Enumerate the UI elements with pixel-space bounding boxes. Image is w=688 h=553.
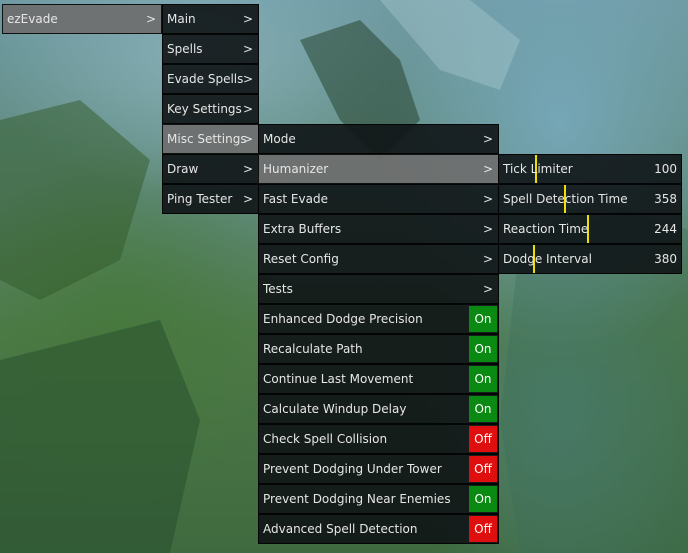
menu-item-label: Ping Tester xyxy=(167,192,233,206)
menu-item-ping-tester[interactable]: Ping Tester > xyxy=(162,184,259,214)
submenu-item-label: Mode xyxy=(263,132,296,146)
toggle-row-check-spell-collision: Check Spell Collision Off xyxy=(258,424,499,454)
toggle-row-label: Enhanced Dodge Precision xyxy=(263,312,423,326)
menu-root-label: ezEvade xyxy=(7,12,58,26)
toggle-row-label: Check Spell Collision xyxy=(263,432,388,446)
toggle-row-recalculate-path: Recalculate Path On xyxy=(258,334,499,364)
chevron-right-icon: > xyxy=(482,162,493,176)
menu-item-key-settings[interactable]: Key Settings > xyxy=(162,94,259,124)
submenu-item-fast-evade[interactable]: Fast Evade > xyxy=(258,184,499,214)
toggle-row-enhanced-dodge-precision: Enhanced Dodge Precision On xyxy=(258,304,499,334)
menu-item-spells[interactable]: Spells > xyxy=(162,34,259,64)
slider-label: Spell Detection Time xyxy=(503,192,628,206)
slider-dodge-interval[interactable]: Dodge Interval 380 xyxy=(498,244,682,274)
toggle-switch[interactable]: On xyxy=(469,306,497,332)
chevron-right-icon: > xyxy=(242,72,253,86)
toggle-row-advanced-spell-detection: Advanced Spell Detection Off xyxy=(258,514,499,544)
toggle-row-label: Calculate Windup Delay xyxy=(263,402,407,416)
chevron-right-icon: > xyxy=(242,162,253,176)
toggle-switch[interactable]: On xyxy=(469,396,497,422)
menu-item-label: Main xyxy=(167,12,196,26)
chevron-right-icon: > xyxy=(482,222,493,236)
menu-item-label: Key Settings xyxy=(167,102,242,116)
menu-item-draw[interactable]: Draw > xyxy=(162,154,259,184)
toggle-row-continue-last-movement: Continue Last Movement On xyxy=(258,364,499,394)
menu-item-main[interactable]: Main > xyxy=(162,4,259,34)
menu-root-ezevade[interactable]: ezEvade > xyxy=(2,4,162,34)
chevron-right-icon: > xyxy=(242,192,253,206)
slider-value: 244 xyxy=(654,222,677,236)
menu-item-label: Evade Spells xyxy=(167,72,244,86)
chevron-right-icon: > xyxy=(482,252,493,266)
menu-item-label: Misc Settings xyxy=(167,132,247,146)
submenu-item-extra-buffers[interactable]: Extra Buffers > xyxy=(258,214,499,244)
toggle-switch[interactable]: On xyxy=(469,486,497,512)
toggle-switch[interactable]: Off xyxy=(469,426,497,452)
submenu-item-label: Reset Config xyxy=(263,252,339,266)
slider-label: Reaction Time xyxy=(503,222,589,236)
slider-value: 380 xyxy=(654,252,677,266)
submenu-item-label: Tests xyxy=(263,282,293,296)
menu-item-label: Draw xyxy=(167,162,199,176)
chevron-right-icon: > xyxy=(482,282,493,296)
submenu-item-tests[interactable]: Tests > xyxy=(258,274,499,304)
slider-tick-limiter[interactable]: Tick Limiter 100 xyxy=(498,154,682,184)
chevron-right-icon: > xyxy=(145,12,156,26)
toggle-row-label: Prevent Dodging Near Enemies xyxy=(263,492,451,506)
submenu-item-reset-config[interactable]: Reset Config > xyxy=(258,244,499,274)
submenu-item-mode[interactable]: Mode > xyxy=(258,124,499,154)
menu-item-evade-spells[interactable]: Evade Spells > xyxy=(162,64,259,94)
chevron-right-icon: > xyxy=(482,192,493,206)
toggle-row-prevent-dodging-under-tower: Prevent Dodging Under Tower Off xyxy=(258,454,499,484)
toggle-row-label: Continue Last Movement xyxy=(263,372,414,386)
toggle-switch[interactable]: On xyxy=(469,336,497,362)
chevron-right-icon: > xyxy=(482,132,493,146)
slider-value: 100 xyxy=(654,162,677,176)
toggle-switch[interactable]: Off xyxy=(469,516,497,542)
chevron-right-icon: > xyxy=(242,42,253,56)
slider-spell-detection-time[interactable]: Spell Detection Time 358 xyxy=(498,184,682,214)
toggle-row-label: Advanced Spell Detection xyxy=(263,522,418,536)
chevron-right-icon: > xyxy=(242,102,253,116)
submenu-item-label: Fast Evade xyxy=(263,192,328,206)
toggle-switch[interactable]: On xyxy=(469,366,497,392)
slider-value: 358 xyxy=(654,192,677,206)
slider-label: Tick Limiter xyxy=(503,162,573,176)
chevron-right-icon: > xyxy=(242,12,253,26)
toggle-row-label: Recalculate Path xyxy=(263,342,363,356)
submenu-item-label: Extra Buffers xyxy=(263,222,342,236)
menu-item-misc-settings[interactable]: Misc Settings > xyxy=(162,124,259,154)
toggle-row-calculate-windup-delay: Calculate Windup Delay On xyxy=(258,394,499,424)
submenu-item-label: Humanizer xyxy=(263,162,329,176)
toggle-row-prevent-dodging-near-enemies: Prevent Dodging Near Enemies On xyxy=(258,484,499,514)
submenu-item-humanizer[interactable]: Humanizer > xyxy=(258,154,499,184)
slider-label: Dodge Interval xyxy=(503,252,592,266)
toggle-switch[interactable]: Off xyxy=(469,456,497,482)
toggle-row-label: Prevent Dodging Under Tower xyxy=(263,462,442,476)
slider-reaction-time[interactable]: Reaction Time 244 xyxy=(498,214,682,244)
menu-item-label: Spells xyxy=(167,42,203,56)
